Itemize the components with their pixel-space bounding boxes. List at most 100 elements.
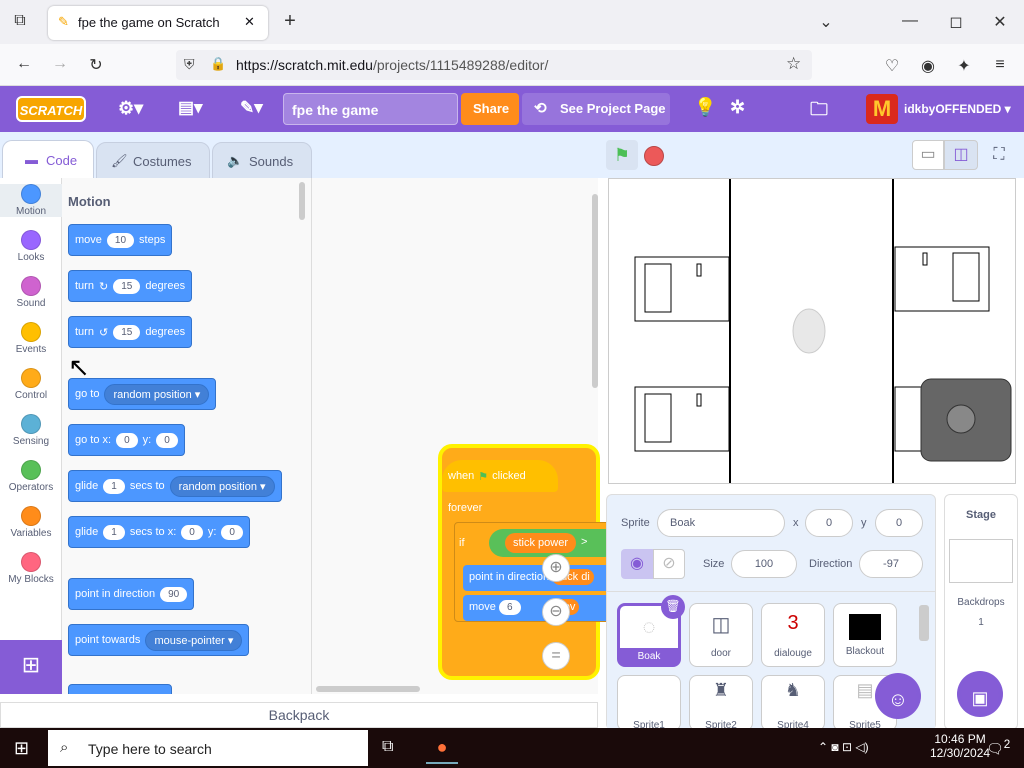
block-input[interactable]: 6 — [498, 600, 521, 615]
tab-costumes[interactable]: 🖌 Costumes — [96, 142, 210, 180]
x-input[interactable]: 0 — [805, 509, 853, 537]
extensions-icon[interactable]: ✦ — [954, 56, 974, 76]
script-workspace[interactable]: when ⚑ clicked forever if stick power > po… — [312, 178, 619, 694]
category-control[interactable]: Control — [0, 368, 62, 401]
stop-button[interactable] — [644, 146, 664, 166]
block-turn-right[interactable]: turn ↻ 15 degrees — [68, 270, 193, 302]
block-move[interactable]: move 6 pov — [463, 595, 613, 621]
zoom-in-icon[interactable]: ⊕ — [542, 554, 570, 582]
y-input[interactable]: 0 — [875, 509, 923, 537]
reporter-stick-power[interactable]: stick power — [505, 533, 577, 553]
tutorial-bulb-icon[interactable]: 💡 — [694, 97, 716, 118]
green-flag-button[interactable]: ⚑ — [606, 140, 638, 170]
stage-selector[interactable]: Stage Backdrops 1 ▣ — [944, 494, 1018, 730]
url-bar[interactable]: ⛨ 🔒 https://scratch.mit.edu/projects/111… — [176, 50, 812, 80]
reload-icon[interactable]: ↻ — [86, 55, 106, 75]
category-sensing[interactable]: Sensing — [0, 414, 62, 447]
block-point-in-direction[interactable]: point in direction stick di — [463, 565, 613, 591]
block-input[interactable]: 90 — [160, 586, 188, 602]
windows-start-icon[interactable]: ⊞ — [14, 738, 29, 759]
block-input[interactable]: 0 — [221, 524, 243, 540]
taskbar-search-box[interactable]: ⌕ Type here to search — [48, 730, 368, 766]
edit-menu-icon[interactable]: ✎▾ — [240, 98, 263, 118]
small-stage-icon[interactable]: ▭ — [912, 140, 944, 170]
category-my-blocks[interactable]: My Blocks — [0, 552, 62, 585]
sprite-name-input[interactable]: Boak — [657, 509, 785, 537]
block-point-direction[interactable]: point in direction 90 — [68, 578, 195, 610]
block-input[interactable]: 0 — [181, 524, 203, 540]
block-greater-than[interactable]: stick power > — [489, 529, 619, 557]
tab-list-icon[interactable]: ⧉ — [10, 12, 30, 30]
tab-code[interactable]: ▬ Code — [2, 140, 94, 178]
username[interactable]: idkbyOFFENDED ▾ — [904, 102, 1011, 116]
block-input[interactable]: 15 — [113, 324, 141, 340]
block-partial[interactable] — [68, 684, 172, 694]
user-avatar[interactable]: M — [866, 94, 898, 124]
forward-icon[interactable]: → — [50, 55, 70, 73]
project-title-input[interactable]: fpe the game — [283, 93, 458, 125]
block-go-to[interactable]: go to random position ▾ — [68, 378, 217, 410]
close-window-button[interactable]: ✕ — [990, 12, 1010, 32]
category-variables[interactable]: Variables — [0, 506, 62, 539]
add-extension-button[interactable]: ⊞ — [0, 640, 62, 694]
file-menu-icon[interactable]: ▤▾ — [178, 98, 203, 118]
workspace-hscrollbar[interactable] — [316, 686, 420, 692]
block-turn-left[interactable]: turn ↺ 15 degrees — [68, 316, 193, 348]
scratch-logo[interactable]: SCRATCH — [16, 96, 86, 122]
category-motion[interactable]: Motion — [0, 184, 62, 217]
block-point-towards[interactable]: point towards mouse-pointer ▾ — [68, 624, 250, 656]
account-icon[interactable]: ◉ — [918, 56, 938, 76]
chevron-down-icon[interactable]: ⌄ — [816, 12, 836, 32]
sprite-list-scrollbar[interactable] — [919, 605, 929, 641]
block-input[interactable]: 1 — [103, 524, 125, 540]
category-sound[interactable]: Sound — [0, 276, 62, 309]
block-input[interactable]: 0 — [156, 432, 178, 448]
block-input[interactable]: 0 — [116, 432, 138, 448]
sprite-thumb[interactable]: ◫ door — [689, 603, 753, 667]
tab-close-icon[interactable]: ✕ — [244, 14, 255, 30]
tab-sounds[interactable]: 🔈 Sounds — [212, 142, 312, 180]
stage-canvas[interactable] — [608, 178, 1016, 484]
backpack[interactable]: Backpack — [0, 702, 598, 728]
block-if[interactable]: if stick power > point in direction stic… — [454, 522, 619, 622]
tray-icons[interactable]: ⌃ ◙ ⊡ ◁) — [818, 740, 869, 754]
block-move-steps[interactable]: move 10 steps — [68, 224, 173, 256]
block-dropdown[interactable]: random position ▾ — [104, 383, 210, 405]
new-tab-button[interactable]: + — [280, 10, 300, 33]
share-button[interactable]: Share — [461, 93, 519, 125]
task-view-icon[interactable]: ⧉ — [382, 738, 393, 756]
category-events[interactable]: Events — [0, 322, 62, 355]
fullscreen-icon[interactable]: ⛶ — [984, 140, 1014, 170]
workspace-vscrollbar[interactable] — [592, 194, 598, 388]
block-input[interactable]: 1 — [103, 478, 125, 494]
block-dropdown[interactable]: random position ▾ — [169, 475, 275, 497]
menu-icon[interactable]: ≡ — [990, 56, 1010, 74]
firefox-icon[interactable]: ● — [426, 732, 458, 764]
minimize-button[interactable]: — — [900, 12, 920, 30]
pocket-icon[interactable]: ♡ — [882, 56, 902, 76]
sprite-thumb[interactable]: Blackout — [833, 603, 897, 667]
eye-icon[interactable]: ◉ — [621, 549, 653, 579]
category-looks[interactable]: Looks — [0, 230, 62, 263]
delete-sprite-icon[interactable]: 🗑 — [661, 595, 685, 619]
add-backdrop-icon[interactable]: ▣ — [957, 671, 1003, 717]
bookmark-star-icon[interactable]: ☆ — [786, 54, 801, 74]
sprite-thumb[interactable]: 3 dialouge — [761, 603, 825, 667]
maximize-button[interactable]: ◻ — [946, 12, 966, 32]
block-input[interactable]: 15 — [113, 278, 141, 294]
eye-hidden-icon[interactable]: ⊘ — [653, 549, 685, 579]
see-project-page-button[interactable]: ⟲ See Project Page — [522, 93, 670, 125]
block-dropdown[interactable]: mouse-pointer ▾ — [145, 629, 243, 651]
block-glide-to-xy[interactable]: glide 1 secs to x: 0 y: 0 — [68, 516, 250, 548]
sprite-thumb[interactable]: ♜ Sprite2 — [689, 675, 753, 731]
block-forever[interactable]: forever — [442, 494, 552, 522]
zoom-reset-icon[interactable]: = — [542, 642, 570, 670]
size-input[interactable]: 100 — [731, 550, 797, 578]
folder-icon[interactable]: 🗀 — [810, 97, 828, 127]
sprite-thumb[interactable]: Sprite1 — [617, 675, 681, 731]
add-sprite-cat-icon[interactable]: ☺ — [875, 673, 921, 719]
clock[interactable]: 10:46 PM 12/30/2024 — [930, 732, 990, 760]
block-glide-to[interactable]: glide 1 secs to random position ▾ — [68, 470, 282, 502]
sprite-thumb[interactable]: ♞ Sprite4 — [761, 675, 825, 731]
zoom-out-icon[interactable]: ⊖ — [542, 598, 570, 626]
